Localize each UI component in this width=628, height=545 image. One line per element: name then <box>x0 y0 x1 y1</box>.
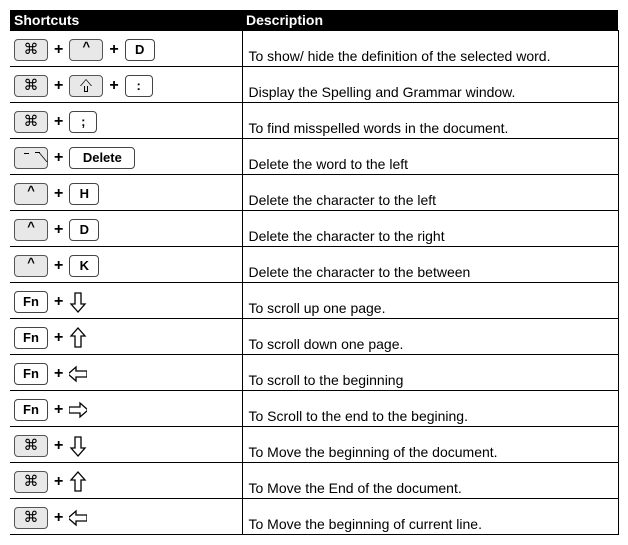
control-key: ^ <box>69 39 103 61</box>
shortcut-cell: ⌘ + ^ + D <box>10 31 242 67</box>
fn-key: Fn <box>14 291 48 313</box>
description-cell: To scroll to the beginning <box>242 355 618 391</box>
option-key <box>14 147 48 169</box>
shortcut-cell: ⌘+ <box>10 499 242 535</box>
command-key: ⌘ <box>14 39 48 61</box>
shortcut-cell: ⌘+ <box>10 463 242 499</box>
plus-icon: + <box>54 78 63 94</box>
plus-icon: + <box>54 474 63 490</box>
command-key: ⌘ <box>14 75 48 97</box>
table-row: ⌘ +; To find misspelled words in the docum… <box>10 103 618 139</box>
control-key: ^ <box>14 255 48 277</box>
plus-icon: + <box>54 42 63 58</box>
table-row: ^ + D Delete the character to the right <box>10 211 618 247</box>
table-row: ⌘+To Move the End of the document. <box>10 463 618 499</box>
header-shortcuts: Shortcuts <box>10 10 242 31</box>
plus-icon: + <box>54 438 63 454</box>
table-row: Fn + To scroll up one page. <box>10 283 618 319</box>
table-row: ⌘+To Move the beginning of current line. <box>10 499 618 535</box>
description-cell: To Move the End of the document. <box>242 463 618 499</box>
h-key: H <box>69 183 99 205</box>
plus-icon: + <box>54 186 63 202</box>
fn-key: Fn <box>14 399 48 421</box>
description-cell: To Move the beginning of the document. <box>242 427 618 463</box>
command-key: ⌘ <box>14 111 48 133</box>
table-row: ^ + H Delete the character to the left <box>10 175 618 211</box>
command-key: ⌘ <box>14 435 48 457</box>
plus-icon: + <box>54 294 63 310</box>
control-key: ^ <box>14 219 48 241</box>
shortcut-cell: Fn + <box>10 283 242 319</box>
shortcut-cell: ^ + D <box>10 211 242 247</box>
arrow-up-icon <box>69 327 87 349</box>
description-cell: To Scroll to the end to the begining. <box>242 391 618 427</box>
description-cell: Delete the character to the between <box>242 247 618 283</box>
command-key: ⌘ <box>14 471 48 493</box>
plus-icon: + <box>54 222 63 238</box>
plus-icon: + <box>109 42 118 58</box>
plus-icon: + <box>54 114 63 130</box>
plus-icon: + <box>54 402 63 418</box>
arrow-down-icon <box>69 291 87 313</box>
shortcut-cell: ⌘ + +: <box>10 67 242 103</box>
d-key: D <box>69 219 99 241</box>
table-row: ^ + K Delete the character to the between <box>10 247 618 283</box>
fn-key: Fn <box>14 363 48 385</box>
shortcut-cell: Fn + <box>10 355 242 391</box>
plus-icon: + <box>54 150 63 166</box>
control-key: ^ <box>14 183 48 205</box>
k-key: K <box>69 255 99 277</box>
command-key: ⌘ <box>14 507 48 529</box>
plus-icon: + <box>54 330 63 346</box>
table-row: ⌘ + ^ + D To show/ hide the definition of the… <box>10 31 618 67</box>
shortcut-cell: ^ + K <box>10 247 242 283</box>
shortcut-cell: Fn + <box>10 391 242 427</box>
description-cell: Display the Spelling and Grammar window. <box>242 67 618 103</box>
description-cell: To show/ hide the definition of the sele… <box>242 31 618 67</box>
shortcut-cell: ⌘ +; <box>10 103 242 139</box>
fn-key: Fn <box>14 327 48 349</box>
description-cell: To find misspelled words in the document… <box>242 103 618 139</box>
description-cell: Delete the word to the left <box>242 139 618 175</box>
shift-key <box>69 75 103 97</box>
shortcuts-table: Shortcuts Description ⌘+^+DTo show/ hide… <box>10 10 619 535</box>
description-cell: To scroll down one page. <box>242 319 618 355</box>
shortcut-cell: Fn + <box>10 319 242 355</box>
table-row: Fn + To scroll to the beginning <box>10 355 618 391</box>
arrow-down-icon <box>69 435 87 457</box>
description-cell: To Move the beginning of current line. <box>242 499 618 535</box>
arrow-right-icon <box>69 399 87 421</box>
arrow-left-icon <box>69 363 87 385</box>
header-description: Description <box>242 10 618 31</box>
arrow-up-icon <box>69 471 87 493</box>
description-cell: Delete the character to the right <box>242 211 618 247</box>
plus-icon: + <box>109 78 118 94</box>
semicolon-key: ; <box>69 111 97 133</box>
description-cell: Delete the character to the left <box>242 175 618 211</box>
table-row: Fn + To Scroll to the end to the begining. <box>10 391 618 427</box>
table-row: + Delete Delete the word to the left <box>10 139 618 175</box>
shortcut-cell: ^ + H <box>10 175 242 211</box>
table-row: ⌘+To Move the beginning of the document. <box>10 427 618 463</box>
shortcut-cell: + Delete <box>10 139 242 175</box>
d-key: D <box>125 39 155 61</box>
arrow-left-icon <box>69 507 87 529</box>
table-row: Fn + To scroll down one page. <box>10 319 618 355</box>
delete-key: Delete <box>69 147 135 169</box>
description-cell: To scroll up one page. <box>242 283 618 319</box>
colon-key: : <box>125 75 153 97</box>
table-row: ⌘ + +: Display the Spelling and Grammar win… <box>10 67 618 103</box>
shortcut-cell: ⌘+ <box>10 427 242 463</box>
plus-icon: + <box>54 366 63 382</box>
plus-icon: + <box>54 258 63 274</box>
